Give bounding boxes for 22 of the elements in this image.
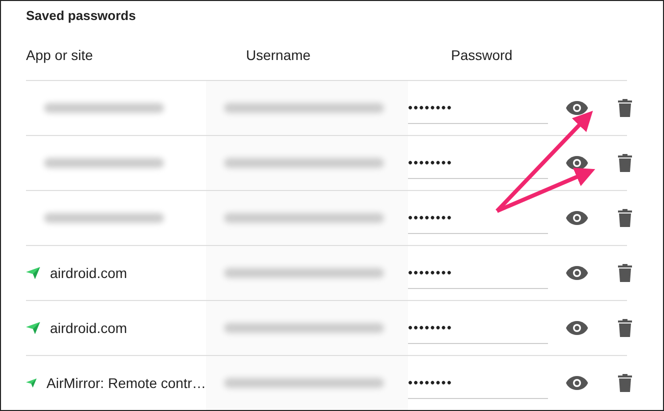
paper-plane-icon bbox=[26, 322, 40, 334]
site-name: AirMirror: Remote contr… bbox=[46, 375, 206, 391]
column-header: App or site bbox=[26, 47, 94, 63]
delete-button[interactable] bbox=[616, 372, 634, 394]
column-header: Password bbox=[451, 47, 514, 63]
delete-button[interactable] bbox=[616, 207, 634, 229]
password-field: •••••••• bbox=[408, 210, 452, 225]
delete-button[interactable] bbox=[616, 317, 634, 339]
site-name: airdroid.com bbox=[50, 320, 128, 336]
delete-button[interactable] bbox=[616, 152, 634, 174]
site-name: airdroid.com bbox=[50, 265, 128, 281]
paper-plane-icon bbox=[26, 267, 40, 279]
section-title: Saved passwords bbox=[26, 8, 137, 23]
password-field: •••••••• bbox=[408, 100, 452, 115]
delete-button[interactable] bbox=[616, 262, 634, 284]
paper-plane-icon bbox=[26, 377, 37, 389]
password-field: •••••••• bbox=[408, 320, 452, 335]
password-field: •••••••• bbox=[408, 265, 452, 280]
column-header: Username bbox=[246, 47, 312, 63]
password-field: •••••••• bbox=[408, 375, 452, 390]
password-field: •••••••• bbox=[408, 155, 452, 170]
delete-button[interactable] bbox=[616, 97, 634, 119]
